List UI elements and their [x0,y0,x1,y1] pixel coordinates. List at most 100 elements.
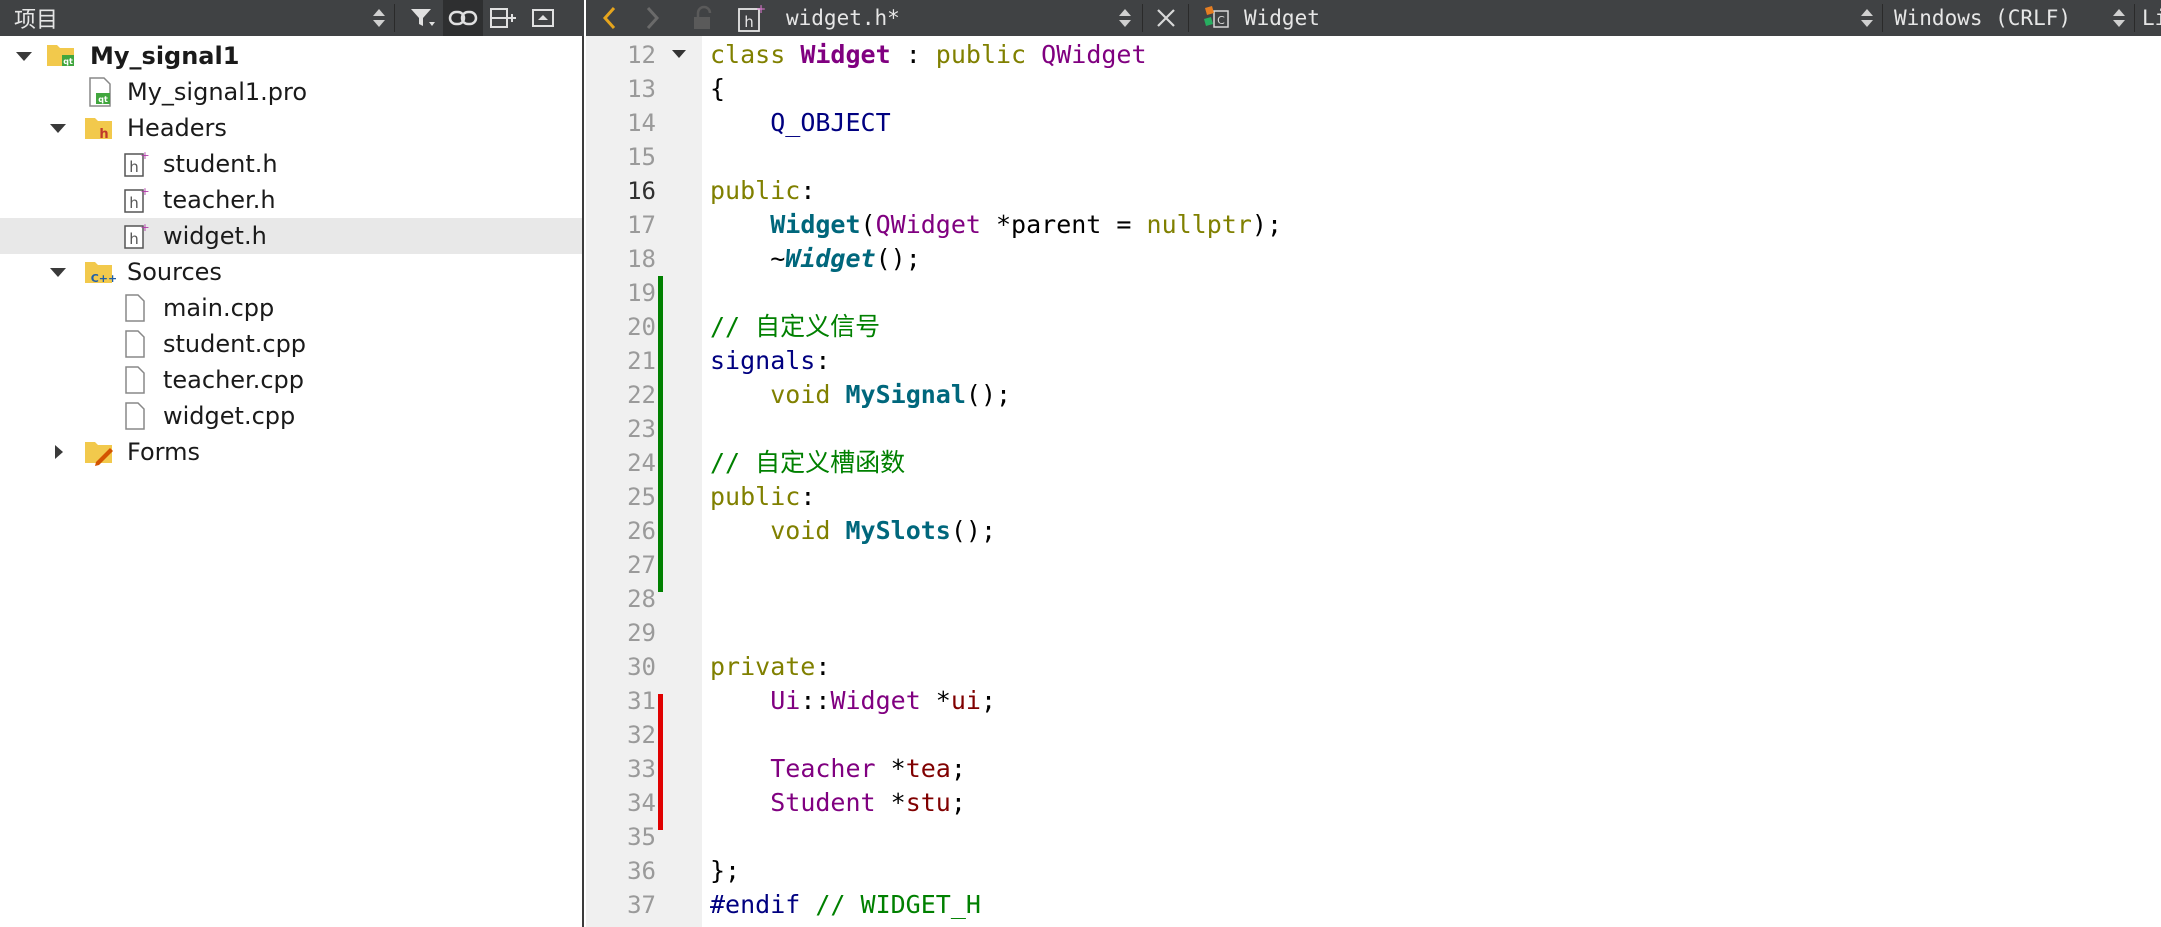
file-icon [122,365,150,394]
forward-arrow-icon[interactable] [642,0,662,36]
code-line-24: // 自定义槽函数 [710,448,906,477]
tree-item-label: Headers [127,114,227,142]
code-line-26: void MySlots(); [770,516,997,545]
link-icon[interactable] [443,0,483,36]
tree-item-student-cpp[interactable]: student.cpp [0,326,582,362]
line-number: 26 [627,517,656,545]
line-ending-arrows-icon[interactable] [2110,0,2126,36]
line-number-current: 16 [627,177,656,205]
svg-text:h: h [129,230,139,248]
line-number: 37 [627,891,656,919]
cpp-folder-icon: C++ [84,258,117,286]
line-number: 25 [627,483,656,511]
symbol-selector-arrows-icon[interactable] [1858,0,1874,36]
line-number: 21 [627,347,656,375]
expand-arrow-icon[interactable] [50,121,66,135]
toolbar-separator [1188,4,1189,32]
code-line-18: ~Widget(); [770,244,921,273]
line-number: 27 [627,551,656,579]
collapse-panel-icon[interactable] [523,0,563,36]
expand-arrow-icon[interactable] [16,49,32,63]
tree-item-widget-cpp[interactable]: widget.cpp [0,398,582,434]
qt-pro-file-icon: qt [86,77,114,107]
tree-item-label: Sources [127,258,222,286]
line-number: 15 [627,143,656,171]
editor-toolbar: h + widget.h* C Widget Windows (CRLF) Li [586,0,2161,36]
line-number: 32 [627,721,656,749]
tree-item-label: My_signal1.pro [127,78,308,106]
line-number: 33 [627,755,656,783]
close-icon[interactable] [1154,0,1178,36]
tree-item-label: student.h [163,150,278,178]
toolbar-separator [1142,4,1143,32]
line-number: 20 [627,313,656,341]
cursor-position-label[interactable]: Li [2142,0,2161,36]
tree-item-teacher-cpp[interactable]: teacher.cpp [0,362,582,398]
forms-folder-icon [84,438,113,466]
code-line-29: private: [710,652,831,681]
line-number: 36 [627,857,656,885]
filter-icon[interactable] [403,0,443,36]
line-number: 29 [627,619,656,647]
code-line-13: { [710,74,726,103]
tree-item-label: widget.h [163,222,267,250]
svg-text:h: h [744,13,754,31]
tree-item-student-h[interactable]: h + student.h [0,146,582,182]
line-number: 31 [627,687,656,715]
line-number: 19 [627,279,656,307]
symbol-name[interactable]: Widget [1244,0,1320,36]
code-line-14: Q_OBJECT [770,108,891,137]
tree-item-forms[interactable]: Forms [0,434,582,470]
code-line-36: #endif // WIDGET_H [710,890,981,919]
line-number: 22 [627,381,656,409]
code-line-12: class Widget : public QWidget [710,40,1147,69]
tree-item-my-signal1-pro[interactable]: qt My_signal1.pro [0,74,582,110]
open-file-name[interactable]: widget.h* [786,0,900,36]
tree-item-headers[interactable]: h Headers [0,110,582,146]
line-number: 23 [627,415,656,443]
tree-item-my-signal1[interactable]: qt My_signal1 [0,38,582,74]
view-selector-arrows-icon[interactable] [370,4,386,32]
qt-project-folder-icon: qt [46,41,74,69]
line-number: 12 [627,41,656,69]
toolbar-separator [2134,4,2135,32]
modified-lines-marker [658,694,663,830]
header-file-tab-icon: h + [736,0,766,36]
code-line-30: Ui::Widget *ui; [770,686,997,715]
tree-item-label: widget.cpp [163,402,296,430]
file-icon [122,293,150,322]
svg-text:h: h [129,158,139,176]
expand-arrow-icon[interactable] [50,265,66,279]
code-line-33: Student *stu; [770,788,966,817]
svg-text:qt: qt [63,57,73,66]
code-line-20: // 自定义信号 [710,312,881,341]
back-arrow-icon[interactable] [600,0,620,36]
header-folder-icon: h [84,114,112,142]
svg-text:+: + [140,221,149,234]
file-selector-arrows-icon[interactable] [1116,0,1132,36]
tree-item-teacher-h[interactable]: h + teacher.h [0,182,582,218]
tree-item-main-cpp[interactable]: main.cpp [0,290,582,326]
tree-item-sources[interactable]: C++ Sources [0,254,582,290]
code-line-22: void MySignal(); [770,380,1012,409]
svg-text:h: h [129,194,139,212]
tree-item-widget-h[interactable]: h + widget.h [0,218,582,254]
svg-text:+: + [756,2,766,16]
svg-text:+: + [140,185,149,198]
tree-item-label: Forms [127,438,200,466]
fold-arrow-icon[interactable] [672,50,686,64]
split-add-icon[interactable] [483,0,523,36]
project-panel: 项目 qt My_signal1 qt My_signal1.pro h Hea… [0,0,584,927]
line-number: 17 [627,211,656,239]
line-ending-selector[interactable]: Windows (CRLF) [1894,0,2071,36]
lock-icon[interactable] [690,0,716,36]
tree-item-label: main.cpp [163,294,275,322]
code-editor[interactable]: class Widget : public QWidget { Q_OBJECT… [702,36,2161,927]
collapse-arrow-icon[interactable] [52,445,66,459]
project-panel-toolbar: 项目 [0,0,584,36]
code-line-32: Teacher *tea; [770,754,966,783]
tree-item-label: teacher.h [163,186,276,214]
tree-item-label: My_signal1 [90,42,240,70]
line-number: 28 [627,585,656,613]
line-number: 24 [627,449,656,477]
